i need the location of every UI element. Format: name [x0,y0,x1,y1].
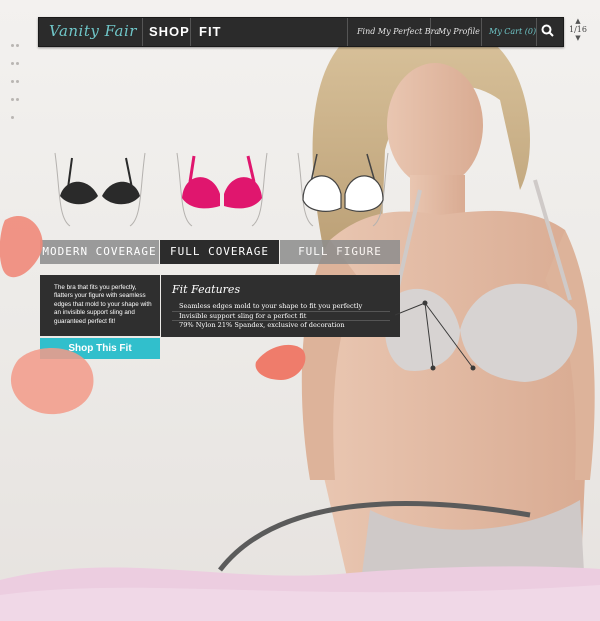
tab-full-coverage[interactable]: FULL COVERAGE [160,240,279,264]
brand-logo[interactable]: Vanity Fair [49,22,137,40]
nav-my-profile[interactable]: My Profile [438,27,480,36]
nav-divider [481,18,482,46]
feature-item: 79% Nylon 21% Spandex, exclusive of deco… [179,321,345,330]
fit-description: The bra that fits you perfectly, flatter… [40,275,160,336]
top-navbar: Vanity Fair SHOP FIT Find My Perfect Bra… [38,17,564,47]
feature-item: Invisible support sling for a perfect fi… [172,312,390,322]
tab-modern-coverage[interactable]: MODERN COVERAGE [40,240,159,264]
rose-petal-decoration [0,215,43,278]
tab-full-figure[interactable]: FULL FIGURE [280,240,400,264]
nav-fit[interactable]: FIT [199,24,222,39]
bra-modern-coverage-icon[interactable] [50,148,150,228]
nav-divider [430,18,431,46]
page-counter: ▲ 1/16 ▼ [566,17,590,45]
decorative-dots [10,35,24,125]
page-up-icon[interactable]: ▲ [566,17,590,25]
search-icon[interactable] [539,22,557,40]
nav-divider [536,18,537,46]
nav-shop[interactable]: SHOP [149,24,190,39]
nav-find-my-perfect-bra[interactable]: Find My Perfect Bra [357,27,439,36]
page-down-icon[interactable]: ▼ [566,34,590,42]
nav-my-cart[interactable]: My Cart (0) [489,27,536,36]
rose-petal-decoration [255,344,306,380]
bra-full-coverage-icon[interactable] [172,148,272,228]
nav-divider [190,18,191,46]
nav-divider [347,18,348,46]
bottom-wave-decoration [0,566,600,621]
fit-features-title: Fit Features [172,283,241,296]
bra-full-figure-icon[interactable] [293,148,393,228]
nav-divider [142,18,143,46]
page-current: 1 [569,25,575,34]
feature-callout-lines [395,300,476,371]
page-stage: Vanity Fair SHOP FIT Find My Perfect Bra… [0,0,600,621]
rose-petal-decoration [10,348,94,415]
fit-features-panel: Fit Features Seamless edges mold to your… [161,275,400,337]
feature-item: Seamless edges mold to your shape to fit… [172,302,390,312]
page-total: 16 [576,25,587,34]
